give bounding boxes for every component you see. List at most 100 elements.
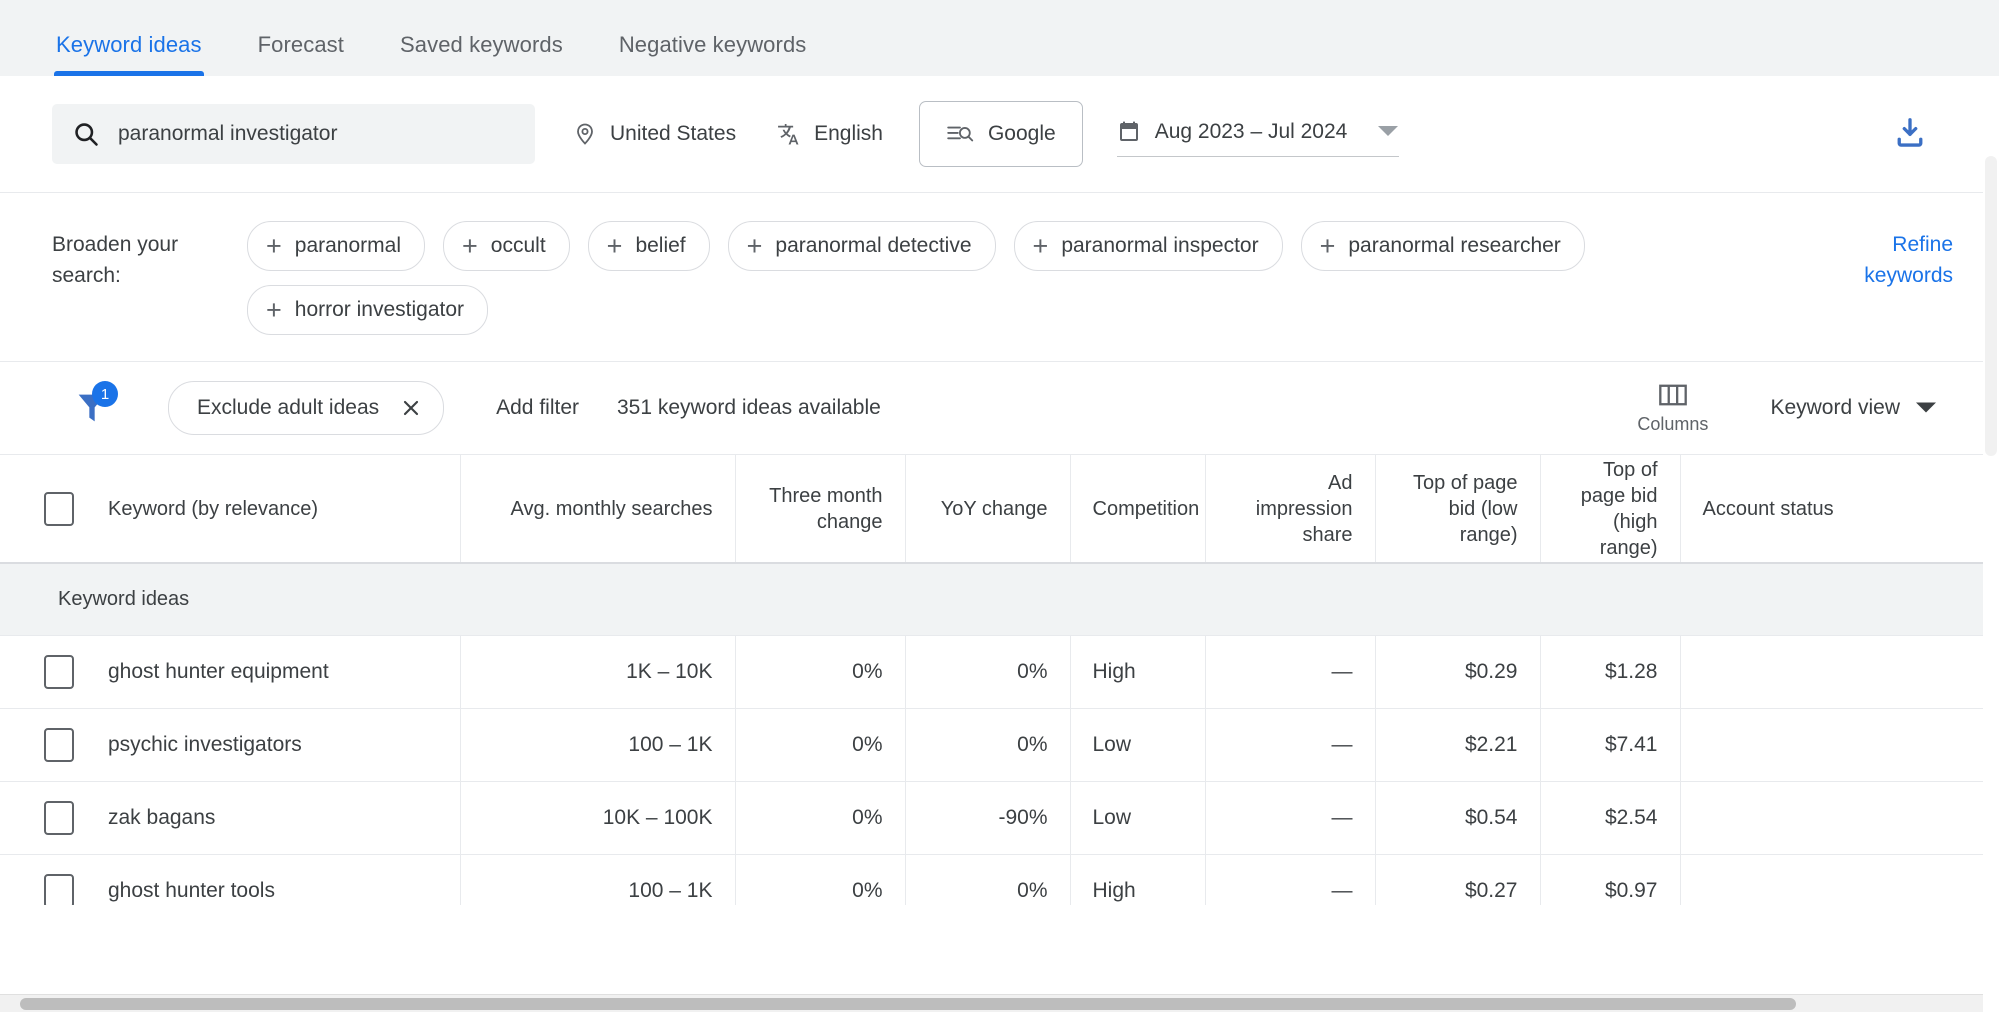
cell-keyword: ghost hunter tools [0,854,461,905]
date-range-selector[interactable]: Aug 2023 – Jul 2024 [1116,112,1399,157]
refine-keywords-line1: Refine [1892,233,1953,256]
location-label: United States [610,122,737,145]
filter-funnel-button[interactable]: 1 [72,381,118,431]
plus-icon: + [1319,230,1336,261]
cell-ad-impression-share: — [1205,635,1376,709]
table-row[interactable]: psychic investigators 100 – 1K 0% 0% Low… [0,708,1999,782]
ideas-available-count: 351 keyword ideas available [617,396,881,419]
plus-icon: + [266,230,282,261]
broaden-chip-paranormal[interactable]: + paranormal [247,221,426,271]
broaden-search-label: Broaden your search: [52,233,179,287]
add-filter-button[interactable]: Add filter [496,396,579,420]
cell-keyword: zak bagans [0,781,461,855]
view-label: Keyword view [1770,396,1900,419]
row-checkbox[interactable] [44,654,74,689]
column-header-avg-monthly-searches[interactable]: Avg. monthly searches [460,455,736,564]
broaden-search-bar: Broaden your search: + paranormal + occu… [0,193,1999,362]
broaden-chip-belief[interactable]: + belief [587,221,710,271]
cell-bid-high: $1.28 [1540,635,1681,709]
cell-three-month-change: 0% [735,708,906,782]
refine-keywords-button[interactable]: Refine keywords [1833,229,1953,291]
tab-bar: Keyword ideas Forecast Saved keywords Ne… [0,0,1999,76]
calendar-icon [1117,120,1141,144]
cell-bid-high: $0.97 [1540,854,1681,905]
cell-avg-monthly-searches: 100 – 1K [460,854,736,905]
column-header-keyword[interactable]: Keyword (by relevance) [0,455,461,564]
broaden-chip-label: paranormal researcher [1348,234,1561,257]
cell-ad-impression-share: — [1205,708,1376,782]
cell-bid-low: $0.29 [1375,635,1541,709]
tab-negative-keywords[interactable]: Negative keywords [619,32,807,76]
broaden-chip-occult[interactable]: + occult [443,221,570,271]
column-header-account-status[interactable]: Account status [1680,455,1999,564]
table-body: Keyword ideas ghost hunter equipment 1K … [0,563,1999,905]
column-header-ad-impression-share[interactable]: Ad impression share [1205,455,1376,564]
refine-keywords-line2: keywords [1864,264,1953,287]
chevron-down-icon [1377,120,1399,144]
cell-bid-low: $0.27 [1375,854,1541,905]
keyword-label: psychic investigators [108,732,302,756]
cell-ad-impression-share: — [1205,781,1376,855]
select-all-checkbox[interactable] [44,491,74,526]
plus-icon: + [606,230,623,261]
table-group-row: Keyword ideas [0,563,1999,636]
tab-saved-keywords[interactable]: Saved keywords [400,32,563,76]
search-term-value: paranormal investigator [118,122,338,145]
cell-avg-monthly-searches: 10K – 100K [460,781,736,855]
columns-button[interactable]: Columns [1637,382,1722,435]
cell-competition: Low [1070,781,1206,855]
cell-three-month-change: 0% [735,635,906,709]
column-header-yoy-change[interactable]: YoY change [905,455,1071,564]
cell-account-status [1680,781,1999,855]
keyword-table-container: Keyword (by relevance) Avg. monthly sear… [0,455,1999,905]
keyword-label: zak bagans [108,805,216,829]
column-header-bid-high[interactable]: Top of page bid (high range) [1540,455,1681,564]
plus-icon: + [746,230,763,261]
table-row[interactable]: zak bagans 10K – 100K 0% -90% Low — $0.5… [0,781,1999,855]
cell-competition: High [1070,854,1206,905]
network-selector[interactable]: Google [918,101,1083,167]
search-input[interactable]: paranormal investigator [52,104,535,164]
table-header-row: Keyword (by relevance) Avg. monthly sear… [0,455,1999,564]
location-selector[interactable]: United States [573,121,736,147]
tab-keyword-ideas[interactable]: Keyword ideas [54,32,204,76]
tab-forecast[interactable]: Forecast [258,32,344,76]
download-button[interactable] [1891,115,1959,153]
table-row[interactable]: ghost hunter tools 100 – 1K 0% 0% High —… [0,854,1999,905]
column-header-competition[interactable]: Competition [1070,455,1206,564]
column-header-three-month-change[interactable]: Three month change [735,455,906,564]
horizontal-scrollbar-thumb[interactable] [20,998,1796,1010]
filter-count-badge: 1 [92,381,118,407]
language-selector[interactable]: English [774,121,883,147]
active-filter-chip[interactable]: Exclude adult ideas [168,381,445,435]
table-group-label: Keyword ideas [0,563,1999,636]
vertical-scrollbar-thumb[interactable] [1985,156,1997,456]
cell-account-status [1680,635,1999,709]
broaden-chip-horror-investigator[interactable]: + horror investigator [247,285,489,335]
column-header-bid-low[interactable]: Top of page bid (low range) [1375,455,1541,564]
broaden-chip-label: occult [490,234,546,257]
vertical-scrollbar[interactable] [1983,76,1999,1012]
cell-yoy-change: 0% [905,635,1071,709]
table-row[interactable]: ghost hunter equipment 1K – 10K 0% 0% Hi… [0,635,1999,709]
broaden-chip-paranormal-researcher[interactable]: + paranormal researcher [1300,221,1585,271]
chevron-down-icon [1915,396,1937,420]
plus-icon: + [266,294,282,325]
language-label: English [814,122,883,145]
broaden-chip-label: horror investigator [294,298,465,321]
horizontal-scrollbar[interactable] [0,994,1983,1012]
cell-yoy-change: 0% [905,854,1071,905]
broaden-chip-paranormal-detective[interactable]: + paranormal detective [727,221,996,271]
cell-three-month-change: 0% [735,854,906,905]
row-checkbox[interactable] [44,800,74,835]
cell-account-status [1680,854,1999,905]
row-checkbox[interactable] [44,873,74,905]
cell-ad-impression-share: — [1205,854,1376,905]
plus-icon: + [1032,230,1049,261]
view-selector[interactable]: Keyword view [1770,396,1959,420]
broaden-chip-paranormal-inspector[interactable]: + paranormal inspector [1013,221,1283,271]
date-range-label: Aug 2023 – Jul 2024 [1154,119,1348,143]
row-checkbox[interactable] [44,727,74,762]
cell-bid-high: $7.41 [1540,708,1681,782]
remove-filter-button[interactable] [399,396,423,420]
